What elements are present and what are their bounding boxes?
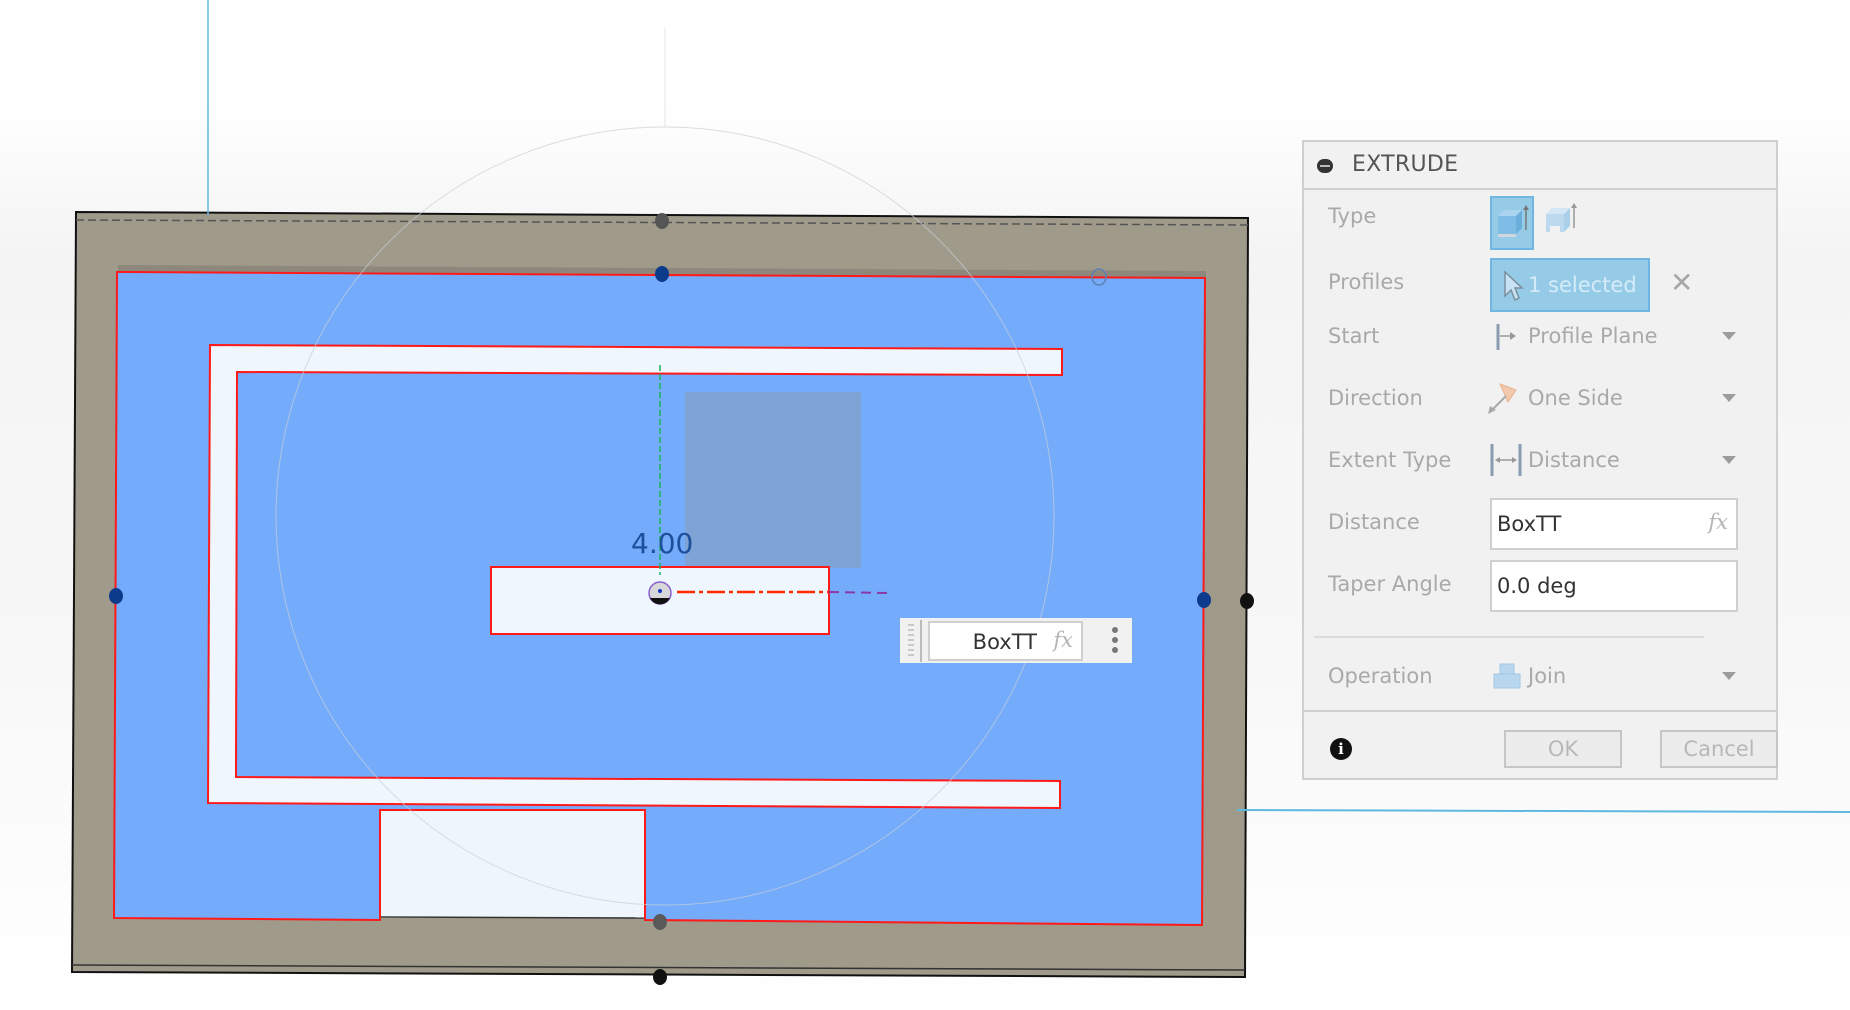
taper-angle-label: Taper Angle [1328,572,1452,596]
extent-type-value: Distance [1528,448,1620,472]
direction-value: One Side [1528,386,1623,410]
profiles-selection-button[interactable]: 1 selected [1490,258,1650,312]
start-value: Profile Plane [1528,324,1658,348]
operation-value: Join [1528,664,1567,688]
vertex-point[interactable] [655,213,669,229]
vertex-point[interactable] [653,914,667,930]
extent-type-dropdown[interactable]: Distance [1490,438,1740,482]
direction-dropdown[interactable]: One Side [1488,376,1740,420]
dialog-header[interactable]: EXTRUDE [1304,142,1776,190]
axis-horizontal-blue [1236,809,1850,813]
vertex-point[interactable] [653,969,667,985]
join-icon [1493,663,1521,689]
distance-label: Distance [1328,510,1420,534]
distance-extent-icon [1490,444,1522,476]
taper-angle-input[interactable]: 0.0 deg [1490,560,1738,612]
dimension-label[interactable]: 4.00 [631,527,693,560]
start-label: Start [1328,324,1380,348]
profiles-count: 1 selected [1528,273,1637,297]
fx-icon[interactable]: fx [1053,628,1073,652]
chevron-down-icon [1722,672,1736,680]
vertex-point[interactable] [1197,592,1211,608]
thin-extrude-icon [1546,203,1577,234]
extrude-dialog: EXTRUDE Type Profiles 1 selected ✕ Start… [1302,140,1778,780]
ok-button[interactable]: OK [1504,730,1622,768]
notch-cutout [381,811,644,918]
vertex-point[interactable] [655,266,669,282]
dialog-footer: i OK Cancel [1304,710,1778,778]
chevron-down-icon [1722,332,1736,340]
dialog-title: EXTRUDE [1352,152,1459,177]
start-dropdown[interactable]: Profile Plane [1490,314,1740,358]
chevron-down-icon [1722,394,1736,402]
profile-plane-icon [1496,324,1516,350]
type-thin-button[interactable] [1540,196,1584,250]
one-side-direction-icon [1488,383,1517,414]
clear-selection-icon[interactable]: ✕ [1670,268,1693,298]
more-options-icon[interactable] [1112,627,1118,657]
profiles-label: Profiles [1328,270,1405,294]
inline-distance-input[interactable]: BoxTT fx [900,618,1132,663]
extent-type-label: Extent Type [1328,448,1452,472]
vertex-point[interactable] [1240,593,1254,609]
cancel-button[interactable]: Cancel [1660,730,1778,768]
distance-value: BoxTT [1497,512,1562,536]
collapse-icon[interactable] [1317,159,1333,173]
notch-bottom-edge [380,916,645,919]
direction-label: Direction [1328,386,1423,410]
extrude-preview [685,392,861,568]
inline-distance-field[interactable]: BoxTT fx [928,621,1083,661]
type-solid-button[interactable] [1490,196,1534,250]
type-label: Type [1328,204,1377,228]
chevron-down-icon [1722,456,1736,464]
cursor-arrow-icon [1504,270,1524,302]
solid-extrude-icon [1498,205,1529,237]
fx-icon[interactable]: fx [1708,510,1728,534]
separator [920,620,922,662]
taper-angle-value: 0.0 deg [1497,574,1577,598]
manipulator-center [658,589,662,593]
operation-label: Operation [1328,664,1433,688]
operation-dropdown[interactable]: Join [1490,654,1740,698]
info-icon[interactable]: i [1330,738,1352,760]
divider [1314,636,1704,638]
vertex-point[interactable] [109,588,123,604]
inline-distance-value: BoxTT [972,630,1037,654]
drag-grip-icon[interactable] [908,624,914,658]
distance-input[interactable]: BoxTT fx [1490,498,1738,550]
